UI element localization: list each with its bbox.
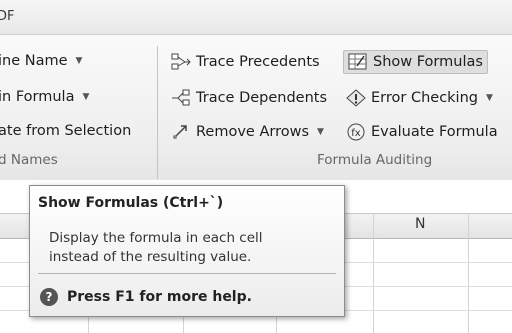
tooltip-description-line: Display the formula in each cell	[49, 230, 263, 246]
tooltip-separator	[38, 273, 336, 274]
column-header-n[interactable]: N	[415, 216, 425, 232]
show-formulas-tooltip: Show Formulas (Ctrl+`) Display the formu…	[29, 185, 345, 317]
show-formulas-button[interactable]: Show Formulas	[343, 50, 488, 74]
formula-auditing-group-label: Formula Auditing	[317, 152, 433, 168]
trace-dependents-button[interactable]: Trace Dependents	[171, 89, 327, 107]
tooltip-help: ? Press F1 for more help.	[40, 288, 252, 306]
trace-dependents-label: Trace Dependents	[196, 90, 328, 106]
column-divider	[373, 213, 374, 333]
trace-precedents-button[interactable]: Trace Precedents	[171, 53, 320, 71]
tooltip-title: Show Formulas (Ctrl+`)	[38, 195, 224, 211]
use-in-formula-label: in Formula	[0, 89, 75, 105]
remove-arrows-label: Remove Arrows	[196, 124, 310, 140]
show-formulas-icon	[348, 53, 367, 70]
evaluate-formula-icon: fx	[347, 123, 365, 141]
tooltip-description: Display the formula in each cell instead…	[49, 229, 263, 267]
trace-dependents-icon	[172, 89, 190, 106]
error-checking-icon	[346, 89, 366, 107]
define-name-button[interactable]: ine Name ▼	[0, 53, 82, 69]
tooltip-description-line: instead of the resulting value.	[49, 249, 252, 265]
chevron-down-icon: ▼	[75, 56, 83, 66]
tooltip-help-text: Press F1 for more help.	[67, 289, 252, 305]
evaluate-formula-button[interactable]: fx Evaluate Formula	[346, 123, 498, 141]
use-in-formula-button[interactable]: in Formula ▼	[0, 89, 89, 105]
trace-precedents-label: Trace Precedents	[196, 54, 320, 70]
show-formulas-label: Show Formulas	[373, 54, 483, 70]
chevron-down-icon: ▼	[485, 93, 493, 103]
define-name-label: ine Name	[0, 53, 68, 69]
ribbon-tab-bar: DF	[0, 0, 512, 35]
remove-arrows-icon	[173, 125, 187, 139]
error-checking-label: Error Checking	[371, 90, 478, 106]
chevron-down-icon: ▼	[82, 92, 90, 102]
evaluate-formula-label: Evaluate Formula	[371, 124, 498, 140]
help-icon: ?	[40, 288, 58, 306]
trace-precedents-icon	[171, 53, 191, 70]
create-from-selection-label: ate from Selection	[0, 123, 132, 139]
defined-names-group-label: d Names	[0, 152, 58, 168]
error-checking-button[interactable]: Error Checking ▼	[346, 89, 493, 107]
remove-arrows-button[interactable]: Remove Arrows ▼	[171, 123, 324, 141]
svg-text:fx: fx	[351, 128, 361, 139]
tab-label-fragment[interactable]: DF	[0, 9, 15, 24]
column-divider	[468, 213, 469, 333]
group-divider	[157, 46, 158, 179]
chevron-down-icon: ▼	[317, 127, 324, 137]
create-from-selection-button[interactable]: ate from Selection	[0, 123, 131, 139]
